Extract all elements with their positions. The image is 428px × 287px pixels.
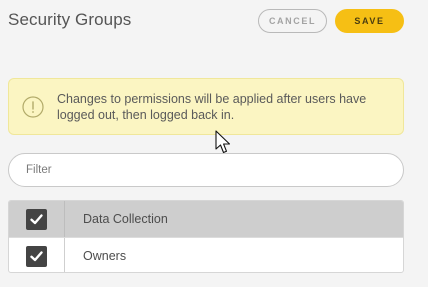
checkbox-checked-icon[interactable]	[26, 209, 47, 230]
checkbox-cell	[9, 201, 65, 237]
save-button[interactable]: SAVE	[335, 9, 404, 33]
group-row-owners[interactable]: Owners	[9, 237, 403, 272]
alert-message: Changes to permissions will be applied a…	[57, 92, 367, 122]
group-label: Data Collection	[83, 212, 168, 226]
page-title: Security Groups	[8, 10, 132, 29]
checkbox-cell	[9, 238, 65, 272]
info-alert: Changes to permissions will be applied a…	[8, 78, 404, 135]
checkbox-checked-icon[interactable]	[26, 246, 47, 267]
mouse-pointer-icon	[215, 130, 233, 156]
group-label: Owners	[83, 249, 127, 263]
security-group-list: Data Collection Owners	[8, 200, 404, 273]
header-bar: Security Groups CANCEL SAVE	[0, 0, 428, 44]
filter-input[interactable]	[8, 153, 404, 187]
cancel-button[interactable]: CANCEL	[258, 9, 327, 33]
group-row-data-collection[interactable]: Data Collection	[9, 201, 403, 237]
info-circle-icon	[22, 96, 44, 118]
